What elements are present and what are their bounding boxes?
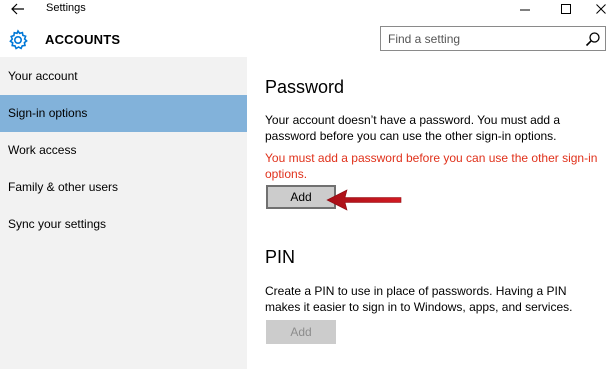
add-pin-button: Add	[266, 320, 336, 344]
sidebar-item-label: Sync your settings	[8, 217, 107, 231]
pin-heading: PIN	[265, 247, 296, 267]
page-title: ACCOUNTS	[45, 32, 121, 47]
sidebar-item-label: Sign-in options	[8, 106, 88, 120]
maximize-icon[interactable]	[548, 0, 584, 18]
sidebar-item-label: Family & other users	[8, 180, 119, 194]
minimize-icon[interactable]	[507, 0, 543, 18]
gear-icon	[7, 29, 29, 51]
pin-description: Create a PIN to use in place of password…	[265, 284, 573, 314]
sidebar: Your account Sign-in options Work access…	[0, 57, 247, 369]
sidebar-item-family-other-users[interactable]: Family & other users	[0, 169, 247, 206]
page-header: ACCOUNTS	[0, 20, 614, 60]
search-input[interactable]	[382, 28, 572, 49]
sidebar-item-label: Your account	[8, 69, 78, 83]
title-bar: Settings	[0, 0, 614, 20]
close-icon[interactable]	[588, 0, 614, 18]
back-arrow-icon[interactable]	[10, 2, 26, 16]
annotation-arrow-icon	[326, 189, 402, 211]
sidebar-item-sync-settings[interactable]: Sync your settings	[0, 206, 247, 243]
sidebar-item-work-access[interactable]: Work access	[0, 132, 247, 169]
window-title: Settings	[46, 2, 86, 14]
sidebar-item-sign-in-options[interactable]: Sign-in options	[0, 95, 247, 132]
search-box[interactable]	[380, 26, 606, 51]
sidebar-item-label: Work access	[8, 143, 77, 157]
password-warning: You must add a password before you can u…	[265, 151, 598, 181]
password-description: Your account doesn’t have a password. Yo…	[265, 113, 561, 143]
search-icon[interactable]	[585, 31, 601, 47]
password-heading: Password	[265, 77, 345, 97]
sidebar-item-your-account[interactable]: Your account	[0, 58, 247, 95]
main-content: Password Your account doesn’t have a pas…	[247, 57, 614, 369]
